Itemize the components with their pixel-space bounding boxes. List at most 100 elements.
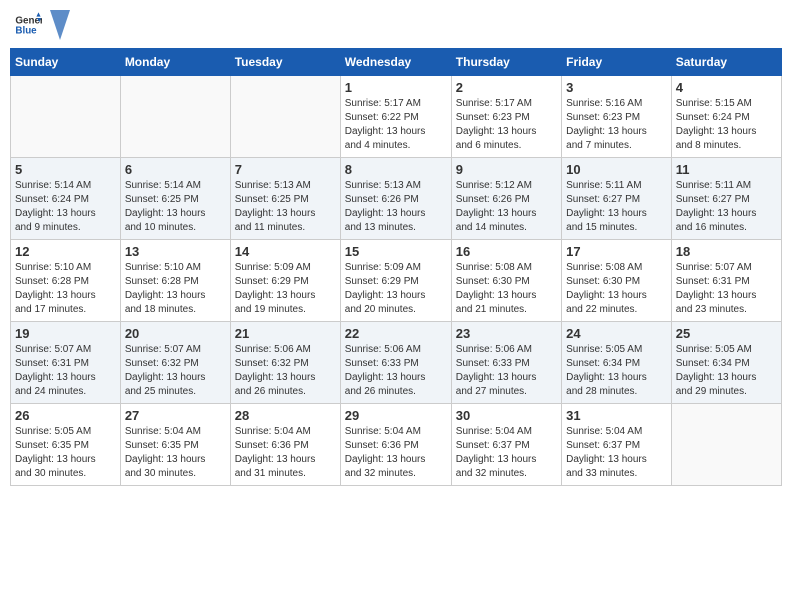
day-info: Sunrise: 5:07 AM Sunset: 6:31 PM Dayligh…: [15, 343, 116, 399]
calendar-cell: 1 Sunrise: 5:17 AM Sunset: 6:22 PM Daylig…: [340, 76, 451, 158]
day-info: Sunrise: 5:12 AM Sunset: 6:26 PM Dayligh…: [456, 179, 557, 235]
day-info: Sunrise: 5:07 AM Sunset: 6:32 PM Dayligh…: [125, 343, 226, 399]
calendar-cell: 17 Sunrise: 5:08 AM Sunset: 6:30 PM Dayli…: [562, 240, 672, 322]
weekday-header: Wednesday: [340, 49, 451, 76]
calendar-cell: 3 Sunrise: 5:16 AM Sunset: 6:23 PM Daylig…: [562, 76, 672, 158]
calendar-cell: [671, 404, 781, 486]
day-info: Sunrise: 5:08 AM Sunset: 6:30 PM Dayligh…: [456, 261, 557, 317]
day-number: 9: [456, 162, 557, 177]
day-info: Sunrise: 5:10 AM Sunset: 6:28 PM Dayligh…: [15, 261, 116, 317]
day-info: Sunrise: 5:17 AM Sunset: 6:22 PM Dayligh…: [345, 97, 447, 153]
svg-text:Blue: Blue: [15, 25, 37, 36]
calendar-week-row: 5Sunrise: 5:14 AM Sunset: 6:24 PM Daylig…: [11, 158, 782, 240]
day-number: 12: [15, 244, 116, 259]
day-info: Sunrise: 5:04 AM Sunset: 6:36 PM Dayligh…: [235, 425, 336, 481]
day-number: 14: [235, 244, 336, 259]
calendar-cell: 19 Sunrise: 5:07 AM Sunset: 6:31 PM Dayli…: [11, 322, 121, 404]
day-info: Sunrise: 5:05 AM Sunset: 6:34 PM Dayligh…: [566, 343, 667, 399]
day-info: Sunrise: 5:05 AM Sunset: 6:34 PM Dayligh…: [676, 343, 777, 399]
day-info: Sunrise: 5:06 AM Sunset: 6:33 PM Dayligh…: [345, 343, 447, 399]
day-info: Sunrise: 5:06 AM Sunset: 6:33 PM Dayligh…: [456, 343, 557, 399]
day-info: Sunrise: 5:04 AM Sunset: 6:35 PM Dayligh…: [125, 425, 226, 481]
weekday-header: Tuesday: [230, 49, 340, 76]
calendar-cell: 18 Sunrise: 5:07 AM Sunset: 6:31 PM Dayli…: [671, 240, 781, 322]
day-number: 5: [15, 162, 116, 177]
calendar-cell: 23 Sunrise: 5:06 AM Sunset: 6:33 PM Dayli…: [451, 322, 561, 404]
calendar-cell: 16 Sunrise: 5:08 AM Sunset: 6:30 PM Dayli…: [451, 240, 561, 322]
day-info: Sunrise: 5:08 AM Sunset: 6:30 PM Dayligh…: [566, 261, 667, 317]
day-info: Sunrise: 5:17 AM Sunset: 6:23 PM Dayligh…: [456, 97, 557, 153]
calendar-week-row: 1 Sunrise: 5:17 AM Sunset: 6:22 PM Daylig…: [11, 76, 782, 158]
day-info: Sunrise: 5:06 AM Sunset: 6:32 PM Dayligh…: [235, 343, 336, 399]
day-number: 1: [345, 80, 447, 95]
day-number: 28: [235, 408, 336, 423]
day-info: Sunrise: 5:13 AM Sunset: 6:26 PM Dayligh…: [345, 179, 447, 235]
day-number: 18: [676, 244, 777, 259]
calendar-cell: 14Sunrise: 5:09 AM Sunset: 6:29 PM Dayli…: [230, 240, 340, 322]
day-number: 10: [566, 162, 667, 177]
day-number: 8: [345, 162, 447, 177]
calendar-cell: 15Sunrise: 5:09 AM Sunset: 6:29 PM Dayli…: [340, 240, 451, 322]
calendar-cell: [230, 76, 340, 158]
day-number: 11: [676, 162, 777, 177]
day-number: 21: [235, 326, 336, 341]
day-info: Sunrise: 5:07 AM Sunset: 6:31 PM Dayligh…: [676, 261, 777, 317]
calendar-cell: [120, 76, 230, 158]
calendar-cell: 2 Sunrise: 5:17 AM Sunset: 6:23 PM Daylig…: [451, 76, 561, 158]
day-info: Sunrise: 5:04 AM Sunset: 6:36 PM Dayligh…: [345, 425, 447, 481]
calendar-cell: 12 Sunrise: 5:10 AM Sunset: 6:28 PM Dayli…: [11, 240, 121, 322]
day-number: 25: [676, 326, 777, 341]
day-number: 17: [566, 244, 667, 259]
calendar-cell: [11, 76, 121, 158]
day-number: 22: [345, 326, 447, 341]
day-info: Sunrise: 5:04 AM Sunset: 6:37 PM Dayligh…: [566, 425, 667, 481]
calendar-week-row: 12 Sunrise: 5:10 AM Sunset: 6:28 PM Dayli…: [11, 240, 782, 322]
day-info: Sunrise: 5:11 AM Sunset: 6:27 PM Dayligh…: [566, 179, 667, 235]
calendar-cell: 27Sunrise: 5:04 AM Sunset: 6:35 PM Dayli…: [120, 404, 230, 486]
calendar-week-row: 19 Sunrise: 5:07 AM Sunset: 6:31 PM Dayli…: [11, 322, 782, 404]
day-number: 2: [456, 80, 557, 95]
day-number: 31: [566, 408, 667, 423]
calendar-cell: 11 Sunrise: 5:11 AM Sunset: 6:27 PM Dayli…: [671, 158, 781, 240]
calendar-week-row: 26 Sunrise: 5:05 AM Sunset: 6:35 PM Dayli…: [11, 404, 782, 486]
weekday-header: Friday: [562, 49, 672, 76]
calendar-cell: 20 Sunrise: 5:07 AM Sunset: 6:32 PM Dayli…: [120, 322, 230, 404]
day-number: 16: [456, 244, 557, 259]
weekday-header: Thursday: [451, 49, 561, 76]
day-info: Sunrise: 5:14 AM Sunset: 6:25 PM Dayligh…: [125, 179, 226, 235]
day-number: 26: [15, 408, 116, 423]
day-info: Sunrise: 5:04 AM Sunset: 6:37 PM Dayligh…: [456, 425, 557, 481]
day-number: 7: [235, 162, 336, 177]
day-info: Sunrise: 5:16 AM Sunset: 6:23 PM Dayligh…: [566, 97, 667, 153]
day-number: 19: [15, 326, 116, 341]
logo-triangle-icon: [50, 10, 70, 40]
calendar-cell: 8 Sunrise: 5:13 AM Sunset: 6:26 PM Daylig…: [340, 158, 451, 240]
day-number: 29: [345, 408, 447, 423]
calendar-cell: 21 Sunrise: 5:06 AM Sunset: 6:32 PM Dayli…: [230, 322, 340, 404]
calendar-cell: 24Sunrise: 5:05 AM Sunset: 6:34 PM Dayli…: [562, 322, 672, 404]
day-number: 3: [566, 80, 667, 95]
calendar-cell: 30 Sunrise: 5:04 AM Sunset: 6:37 PM Dayli…: [451, 404, 561, 486]
weekday-header: Saturday: [671, 49, 781, 76]
day-info: Sunrise: 5:15 AM Sunset: 6:24 PM Dayligh…: [676, 97, 777, 153]
calendar-cell: 29 Sunrise: 5:04 AM Sunset: 6:36 PM Dayli…: [340, 404, 451, 486]
calendar-cell: 7Sunrise: 5:13 AM Sunset: 6:25 PM Daylig…: [230, 158, 340, 240]
day-info: Sunrise: 5:11 AM Sunset: 6:27 PM Dayligh…: [676, 179, 777, 235]
calendar-cell: 22 Sunrise: 5:06 AM Sunset: 6:33 PM Dayli…: [340, 322, 451, 404]
calendar-cell: 13Sunrise: 5:10 AM Sunset: 6:28 PM Dayli…: [120, 240, 230, 322]
day-number: 15: [345, 244, 447, 259]
calendar-cell: 26 Sunrise: 5:05 AM Sunset: 6:35 PM Dayli…: [11, 404, 121, 486]
day-number: 6: [125, 162, 226, 177]
page-header: General Blue: [10, 10, 782, 40]
day-info: Sunrise: 5:05 AM Sunset: 6:35 PM Dayligh…: [15, 425, 116, 481]
calendar-cell: 9 Sunrise: 5:12 AM Sunset: 6:26 PM Daylig…: [451, 158, 561, 240]
day-number: 23: [456, 326, 557, 341]
logo-icon: General Blue: [14, 11, 42, 39]
day-number: 4: [676, 80, 777, 95]
day-number: 30: [456, 408, 557, 423]
calendar-cell: 25 Sunrise: 5:05 AM Sunset: 6:34 PM Dayli…: [671, 322, 781, 404]
weekday-header-row: SundayMondayTuesdayWednesdayThursdayFrid…: [11, 49, 782, 76]
day-number: 20: [125, 326, 226, 341]
weekday-header: Sunday: [11, 49, 121, 76]
day-number: 13: [125, 244, 226, 259]
